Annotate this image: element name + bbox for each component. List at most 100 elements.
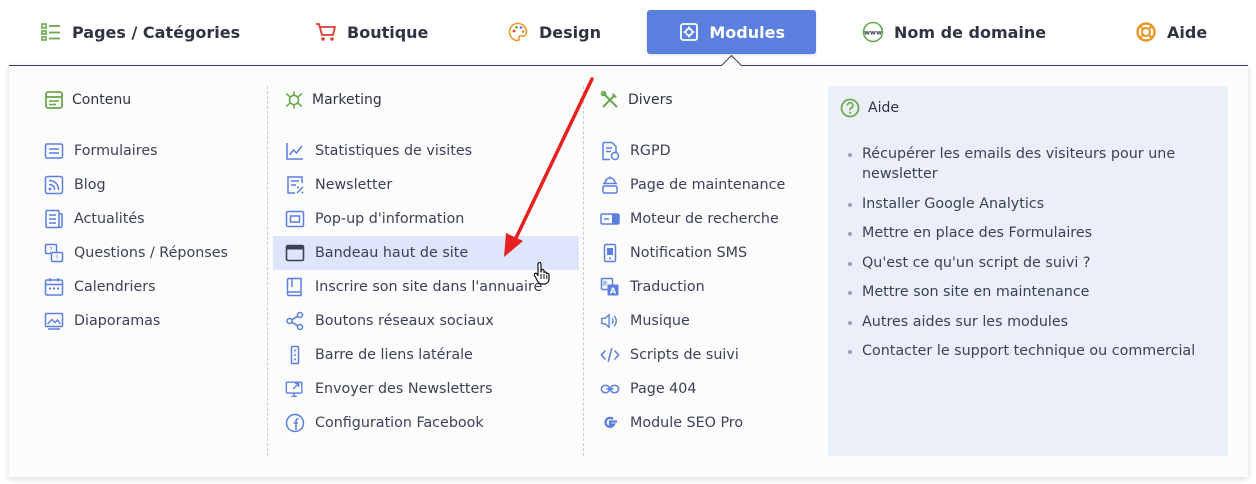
- menu-item-formulaires[interactable]: Formulaires: [44, 134, 266, 168]
- nav-label: Pages / Catégories: [72, 22, 241, 42]
- menu-item-notification-sms[interactable]: Notification SMS: [600, 236, 815, 270]
- nav-modules[interactable]: Modules: [647, 10, 816, 54]
- menu-item-label: Scripts de suivi: [630, 347, 739, 363]
- nav-nom-de-domaine[interactable]: www Nom de domaine: [862, 10, 1046, 54]
- column-title: Divers: [600, 86, 815, 114]
- menu-item-inscrire-annuaire[interactable]: Inscrire son site dans l'annuaire: [273, 270, 579, 304]
- menu-item-rgpd[interactable]: RGPD: [600, 134, 815, 168]
- menu-item-diaporamas[interactable]: Diaporamas: [44, 304, 266, 338]
- help-link-formulaires[interactable]: Mettre en place des Formulaires: [848, 223, 1226, 243]
- lifebuoy-icon: [1135, 21, 1157, 43]
- svg-text:A: A: [610, 287, 617, 296]
- facebook-icon: [285, 413, 305, 433]
- news-icon: [44, 209, 64, 229]
- banner-icon: [285, 243, 305, 263]
- nav-pages-categories[interactable]: Pages / Catégories: [40, 10, 240, 54]
- menu-item-label: Traduction: [630, 279, 705, 295]
- column-marketing: Marketing Statistiques de visites Newsle…: [273, 86, 579, 440]
- virus-icon: [284, 90, 304, 110]
- column-title: Marketing: [273, 86, 579, 114]
- question-icon: [840, 98, 860, 118]
- menu-item-label: RGPD: [630, 143, 671, 159]
- column-title-label: Divers: [628, 92, 673, 108]
- column-title-label: Marketing: [312, 92, 382, 108]
- svg-text:?: ?: [49, 246, 52, 254]
- gear-icon: [678, 21, 699, 43]
- menu-item-musique[interactable]: Musique: [600, 304, 815, 338]
- menu-item-actualites[interactable]: Actualités: [44, 202, 266, 236]
- google-icon: [600, 413, 620, 433]
- menu-item-configuration-facebook[interactable]: Configuration Facebook: [273, 406, 579, 440]
- broken-link-icon: [600, 379, 620, 399]
- menu-item-traduction[interactable]: Aあ Traduction: [600, 270, 815, 304]
- menu-item-label: Formulaires: [74, 143, 158, 159]
- popup-icon: [285, 209, 305, 229]
- nav-boutique[interactable]: Boutique: [315, 10, 428, 54]
- translate-icon: Aあ: [600, 277, 620, 297]
- column-title-label: Contenu: [72, 92, 132, 108]
- directory-icon: [285, 277, 305, 297]
- menu-item-label: Barre de liens latérale: [315, 347, 473, 363]
- nav-aide[interactable]: Aide: [1135, 10, 1207, 54]
- help-link-autres-aides[interactable]: Autres aides sur les modules: [848, 312, 1226, 332]
- nav-design[interactable]: Design: [507, 10, 601, 54]
- menu-item-label: Notification SMS: [630, 245, 748, 261]
- search-bar-icon: [600, 209, 620, 229]
- nav-label: Nom de domaine: [894, 22, 1047, 42]
- help-link-google-analytics[interactable]: Installer Google Analytics: [848, 194, 1226, 214]
- menu-item-page-404[interactable]: Page 404: [600, 372, 815, 406]
- menu-item-barre-liens-laterale[interactable]: Barre de liens latérale: [273, 338, 579, 372]
- help-title-label: Aide: [868, 100, 899, 116]
- menu-item-label: Module SEO Pro: [630, 415, 744, 431]
- menu-item-label: Inscrire son site dans l'annuaire: [315, 279, 543, 295]
- menu-item-statistiques-de-visites[interactable]: Statistiques de visites: [273, 134, 579, 168]
- svg-text:www: www: [864, 29, 882, 37]
- speaker-icon: [600, 311, 620, 331]
- top-navigation: Pages / Catégories Boutique Design Modul…: [0, 0, 1256, 66]
- maintenance-icon: [600, 175, 620, 195]
- nav-label: Modules: [709, 22, 785, 42]
- faq-icon: ?!: [44, 243, 64, 263]
- menu-item-label: Bandeau haut de site: [315, 245, 469, 261]
- list-icon: [40, 21, 62, 43]
- menu-item-label: Pop-up d'information: [315, 211, 465, 227]
- menu-item-label: Blog: [74, 177, 106, 193]
- column-divers: Divers RGPD Page de maintenance Moteur d…: [600, 86, 815, 440]
- menu-item-questions-reponses[interactable]: ?! Questions / Réponses: [44, 236, 266, 270]
- palette-icon: [507, 21, 529, 43]
- menu-item-label: Diaporamas: [74, 313, 161, 329]
- send-icon: [285, 379, 305, 399]
- help-link-maintenance[interactable]: Mettre son site en maintenance: [848, 282, 1226, 302]
- phone-icon: [600, 243, 620, 263]
- calendar-icon: [44, 277, 64, 297]
- menu-item-blog[interactable]: Blog: [44, 168, 266, 202]
- slideshow-icon: [44, 311, 64, 331]
- column-contenu: Contenu Formulaires Blog Actualités ?! Q…: [44, 86, 266, 338]
- gdpr-icon: [600, 141, 620, 161]
- newsletter-icon: [285, 175, 305, 195]
- menu-item-calendriers[interactable]: Calendriers: [44, 270, 266, 304]
- tools-icon: [600, 90, 620, 110]
- help-link-recuperer-emails[interactable]: Récupérer les emails des visiteurs pour …: [848, 144, 1226, 184]
- menu-item-module-seo-pro[interactable]: Module SEO Pro: [600, 406, 815, 440]
- menu-item-moteur-recherche[interactable]: Moteur de recherche: [600, 202, 815, 236]
- menu-item-boutons-reseaux-sociaux[interactable]: Boutons réseaux sociaux: [273, 304, 579, 338]
- menu-item-label: Calendriers: [74, 279, 156, 295]
- menu-item-label: Page 404: [630, 381, 697, 397]
- help-link-contacter-support[interactable]: Contacter le support technique ou commer…: [848, 341, 1226, 361]
- help-box: Aide Récupérer les emails des visiteurs …: [828, 86, 1228, 456]
- menu-item-envoyer-newsletters[interactable]: Envoyer des Newsletters: [273, 372, 579, 406]
- www-icon: www: [862, 21, 884, 43]
- menu-item-label: Questions / Réponses: [74, 245, 228, 261]
- content-icon: [44, 90, 64, 110]
- menu-item-bandeau-haut-de-site[interactable]: Bandeau haut de site: [273, 236, 579, 270]
- menu-item-label: Boutons réseaux sociaux: [315, 313, 494, 329]
- form-icon: [44, 141, 64, 161]
- menu-item-scripts-de-suivi[interactable]: Scripts de suivi: [600, 338, 815, 372]
- help-link-script-de-suivi[interactable]: Qu'est ce qu'un script de suivi ?: [848, 253, 1226, 273]
- menu-item-newsletter[interactable]: Newsletter: [273, 168, 579, 202]
- menu-item-label: Musique: [630, 313, 690, 329]
- menu-item-popup-information[interactable]: Pop-up d'information: [273, 202, 579, 236]
- menu-item-page-maintenance[interactable]: Page de maintenance: [600, 168, 815, 202]
- chart-icon: [285, 141, 305, 161]
